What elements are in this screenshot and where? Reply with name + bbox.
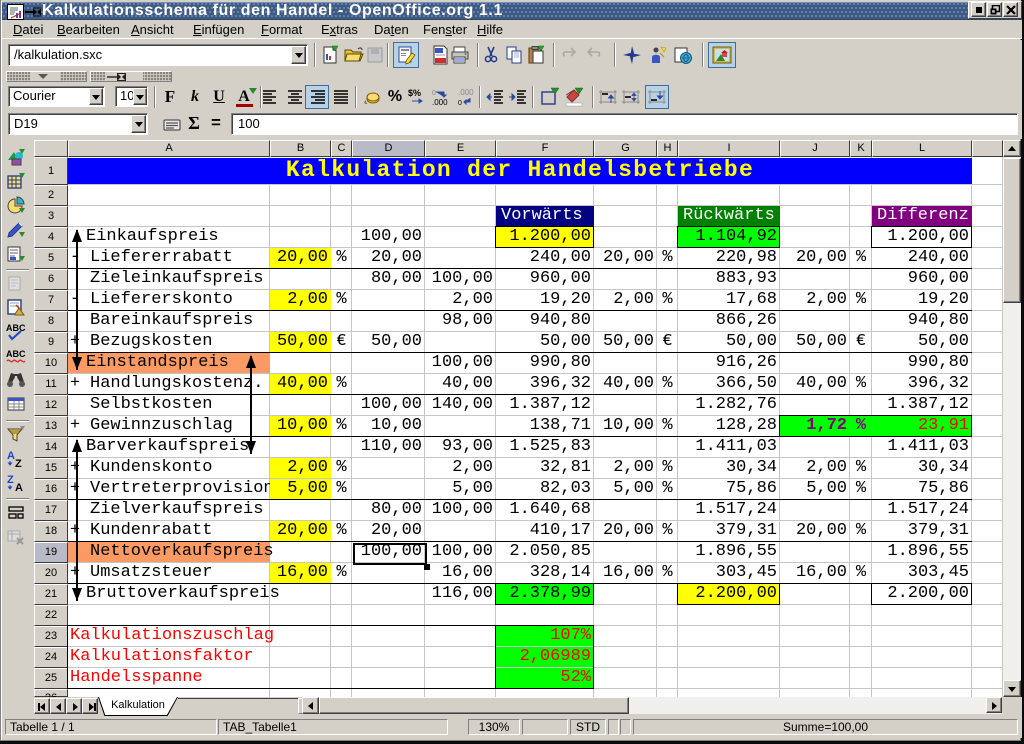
svg-text:A: A: [15, 482, 23, 493]
svg-text:A: A: [7, 450, 15, 462]
svg-text:$%: $%: [408, 88, 421, 98]
svg-text:Z: Z: [15, 458, 22, 469]
svg-text:0: 0: [432, 90, 436, 97]
svg-text:.000: .000: [432, 98, 448, 107]
svg-text:.000: .000: [458, 88, 474, 97]
svg-text:ABC: ABC: [6, 323, 26, 333]
svg-text:ABC: ABC: [6, 349, 26, 359]
svg-text:0: 0: [458, 100, 462, 107]
svg-text:Z: Z: [7, 474, 14, 486]
